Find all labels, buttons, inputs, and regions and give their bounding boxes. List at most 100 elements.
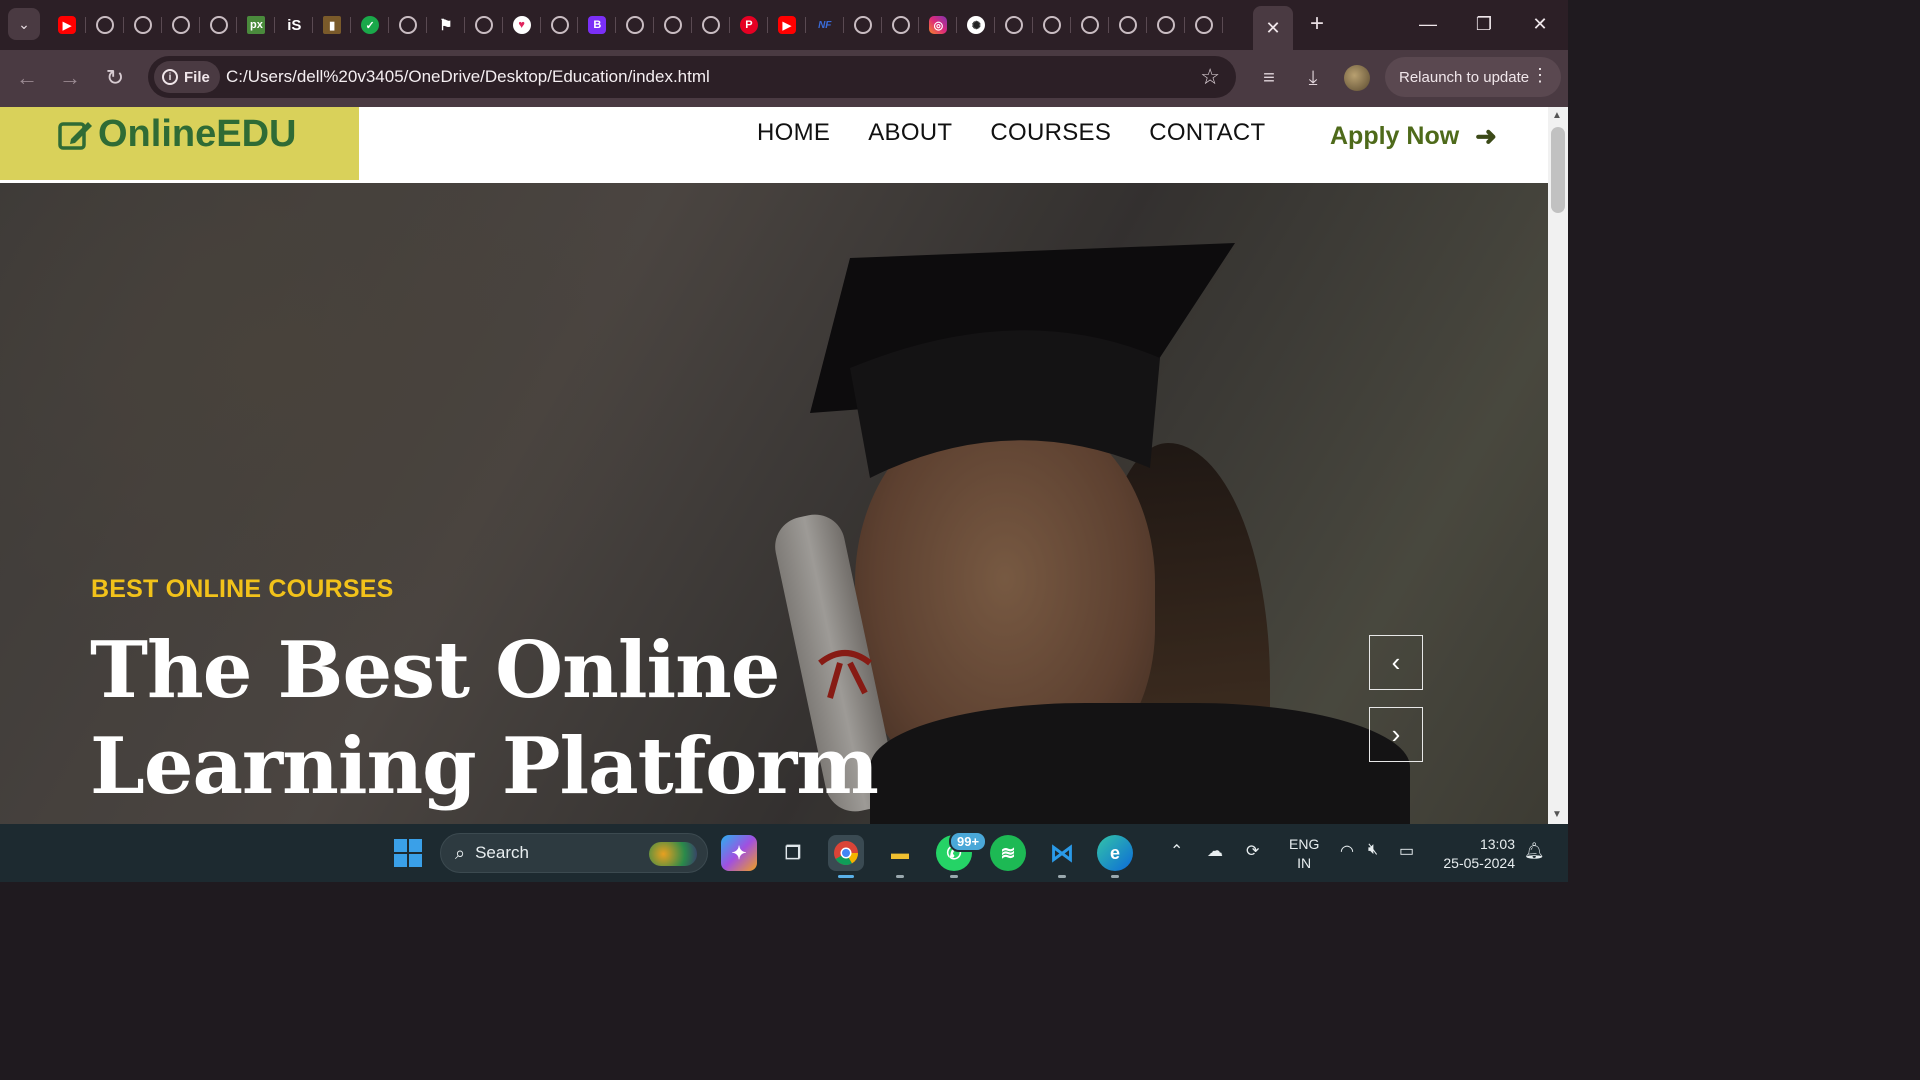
tab[interactable] xyxy=(200,9,238,41)
language-indicator[interactable]: ENG IN xyxy=(1289,835,1319,873)
tab[interactable] xyxy=(389,9,427,41)
tab[interactable] xyxy=(124,9,162,41)
search-highlight-image xyxy=(649,842,697,866)
tab[interactable] xyxy=(86,9,124,41)
wifi-icon[interactable]: ◠ xyxy=(1340,841,1354,861)
running-indicator xyxy=(838,875,854,878)
nav-contact[interactable]: CONTACT xyxy=(1149,119,1265,147)
nav-courses[interactable]: COURSES xyxy=(990,119,1111,147)
copilot-icon[interactable]: ✦ xyxy=(721,835,757,871)
hero-subtitle: BEST ONLINE COURSES xyxy=(91,575,394,603)
close-window-icon[interactable]: ✕ xyxy=(1512,0,1568,48)
tab-bootstrap[interactable]: B xyxy=(578,9,617,41)
battery-icon[interactable]: ▭ xyxy=(1399,841,1414,861)
sync-icon[interactable]: ⟳ xyxy=(1246,841,1259,861)
scrollbar-thumb[interactable] xyxy=(1551,127,1565,213)
tab-instagram[interactable]: ◎ xyxy=(919,9,958,41)
url-text[interactable]: C:/Users/dell%20v3405/OneDrive/Desktop/E… xyxy=(226,67,710,87)
minimize-icon[interactable]: — xyxy=(1400,0,1456,48)
tab[interactable] xyxy=(995,9,1034,41)
task-view-icon[interactable]: ❐ xyxy=(775,835,811,871)
vscode-icon[interactable]: ⋈ xyxy=(1044,835,1080,878)
relaunch-label: Relaunch to update xyxy=(1399,68,1530,86)
carousel-next-button[interactable]: › xyxy=(1369,707,1423,762)
edge-icon[interactable]: e xyxy=(1097,835,1133,878)
scroll-down-icon[interactable]: ▼ xyxy=(1552,809,1562,820)
tab-youtube[interactable]: ▶ xyxy=(48,9,86,41)
page-viewport: OnlineEDU HOME ABOUT COURSES CONTACT App… xyxy=(0,107,1548,824)
windows-start-icon[interactable] xyxy=(394,839,422,867)
globe-icon xyxy=(1156,16,1175,34)
globe-icon xyxy=(1043,16,1062,34)
chevron-up-icon[interactable]: ⌃ xyxy=(1170,841,1183,861)
globe-icon xyxy=(702,16,721,34)
relaunch-to-update-button[interactable]: Relaunch to update ⋮ xyxy=(1385,57,1561,97)
tab-nf[interactable]: NF xyxy=(806,9,844,41)
tab[interactable] xyxy=(1185,9,1223,41)
new-tab-button[interactable]: + xyxy=(1303,9,1331,39)
tab[interactable] xyxy=(1033,9,1071,41)
tab-pinterest[interactable]: P xyxy=(730,9,768,41)
active-tab-close-icon[interactable]: ✕ xyxy=(1253,6,1293,50)
forward-arrow-icon[interactable]: → xyxy=(53,61,87,95)
globe-icon xyxy=(1080,16,1099,34)
spotify-icon[interactable]: ≋ xyxy=(990,835,1026,871)
tab[interactable] xyxy=(844,9,882,41)
youtube-icon: ▶ xyxy=(777,16,796,34)
reload-icon[interactable]: ↻ xyxy=(98,61,132,95)
profile-avatar[interactable] xyxy=(1344,65,1370,91)
tab-youtube[interactable]: ▶ xyxy=(768,9,806,41)
tab-flag[interactable]: ⚑ xyxy=(427,9,465,41)
download-icon[interactable]: ⤓ xyxy=(1298,63,1328,93)
globe-icon xyxy=(1118,16,1137,34)
tab-chatgpt[interactable]: ✺ xyxy=(957,9,996,41)
file-explorer-icon[interactable]: ▬ xyxy=(882,835,918,878)
reading-list-icon[interactable]: ≡ xyxy=(1254,63,1284,93)
tab[interactable] xyxy=(465,9,503,41)
site-logo[interactable]: OnlineEDU xyxy=(58,113,296,156)
apply-now-button[interactable]: Apply Now ➜ xyxy=(1330,121,1497,152)
tab[interactable] xyxy=(541,9,579,41)
running-indicator xyxy=(1058,875,1066,878)
tab[interactable] xyxy=(654,9,693,41)
globe-icon xyxy=(891,16,910,34)
tab[interactable] xyxy=(692,9,730,41)
address-bar[interactable]: i File C:/Users/dell%20v3405/OneDrive/De… xyxy=(148,56,1236,98)
globe-icon xyxy=(1194,16,1213,34)
kebab-menu-icon[interactable]: ⋮ xyxy=(1531,65,1549,86)
restore-icon[interactable]: ❐ xyxy=(1456,0,1512,48)
nav-about[interactable]: ABOUT xyxy=(868,119,952,147)
bookmark-star-icon[interactable]: ☆ xyxy=(1200,64,1220,90)
site-info-chip[interactable]: i File xyxy=(154,61,220,93)
speaker-muted-icon[interactable]: 🔇︎ xyxy=(1368,841,1378,859)
tab-search-chevron-icon[interactable]: ⌄ xyxy=(8,8,40,40)
tab[interactable] xyxy=(616,9,655,41)
hero-title: The Best Online Learning Platform xyxy=(90,623,990,815)
logo-box: OnlineEDU xyxy=(0,107,359,180)
tab-check[interactable]: ✓ xyxy=(351,9,389,41)
notification-bell-icon[interactable]: 🔔︎ xyxy=(1524,841,1544,861)
pixabay-icon: px xyxy=(247,16,266,34)
tab[interactable] xyxy=(1071,9,1109,41)
page-scrollbar[interactable]: ▲ ▼ xyxy=(1548,107,1568,824)
tab[interactable] xyxy=(882,9,920,41)
tab[interactable] xyxy=(1109,9,1147,41)
chrome-logo-icon xyxy=(834,841,858,866)
carousel-prev-button[interactable]: ‹ xyxy=(1369,635,1423,690)
chrome-icon[interactable] xyxy=(828,835,864,878)
tab[interactable] xyxy=(1147,9,1185,41)
scroll-up-icon[interactable]: ▲ xyxy=(1552,110,1562,121)
tab-book[interactable]: ▮ xyxy=(313,9,352,41)
tab-pixabay[interactable]: px xyxy=(237,9,276,41)
tab[interactable] xyxy=(162,9,200,41)
taskbar-search-box[interactable]: ⌕ Search xyxy=(440,833,708,873)
nav-home[interactable]: HOME xyxy=(757,119,830,147)
back-arrow-icon[interactable]: ← xyxy=(10,61,44,95)
tab-heart[interactable]: ♥ xyxy=(503,9,541,41)
onedrive-cloud-icon[interactable]: ☁ xyxy=(1207,841,1223,861)
region-label: IN xyxy=(1297,855,1312,871)
site-info-label: File xyxy=(184,68,210,86)
system-clock[interactable]: 13:03 25-05-2024 xyxy=(1437,835,1515,873)
tab-list: ▶ px iS ▮ ✓ ⚑ ♥ B P ▶ NF ◎ ✺ xyxy=(48,9,1223,41)
tab-istock[interactable]: iS xyxy=(275,9,314,41)
